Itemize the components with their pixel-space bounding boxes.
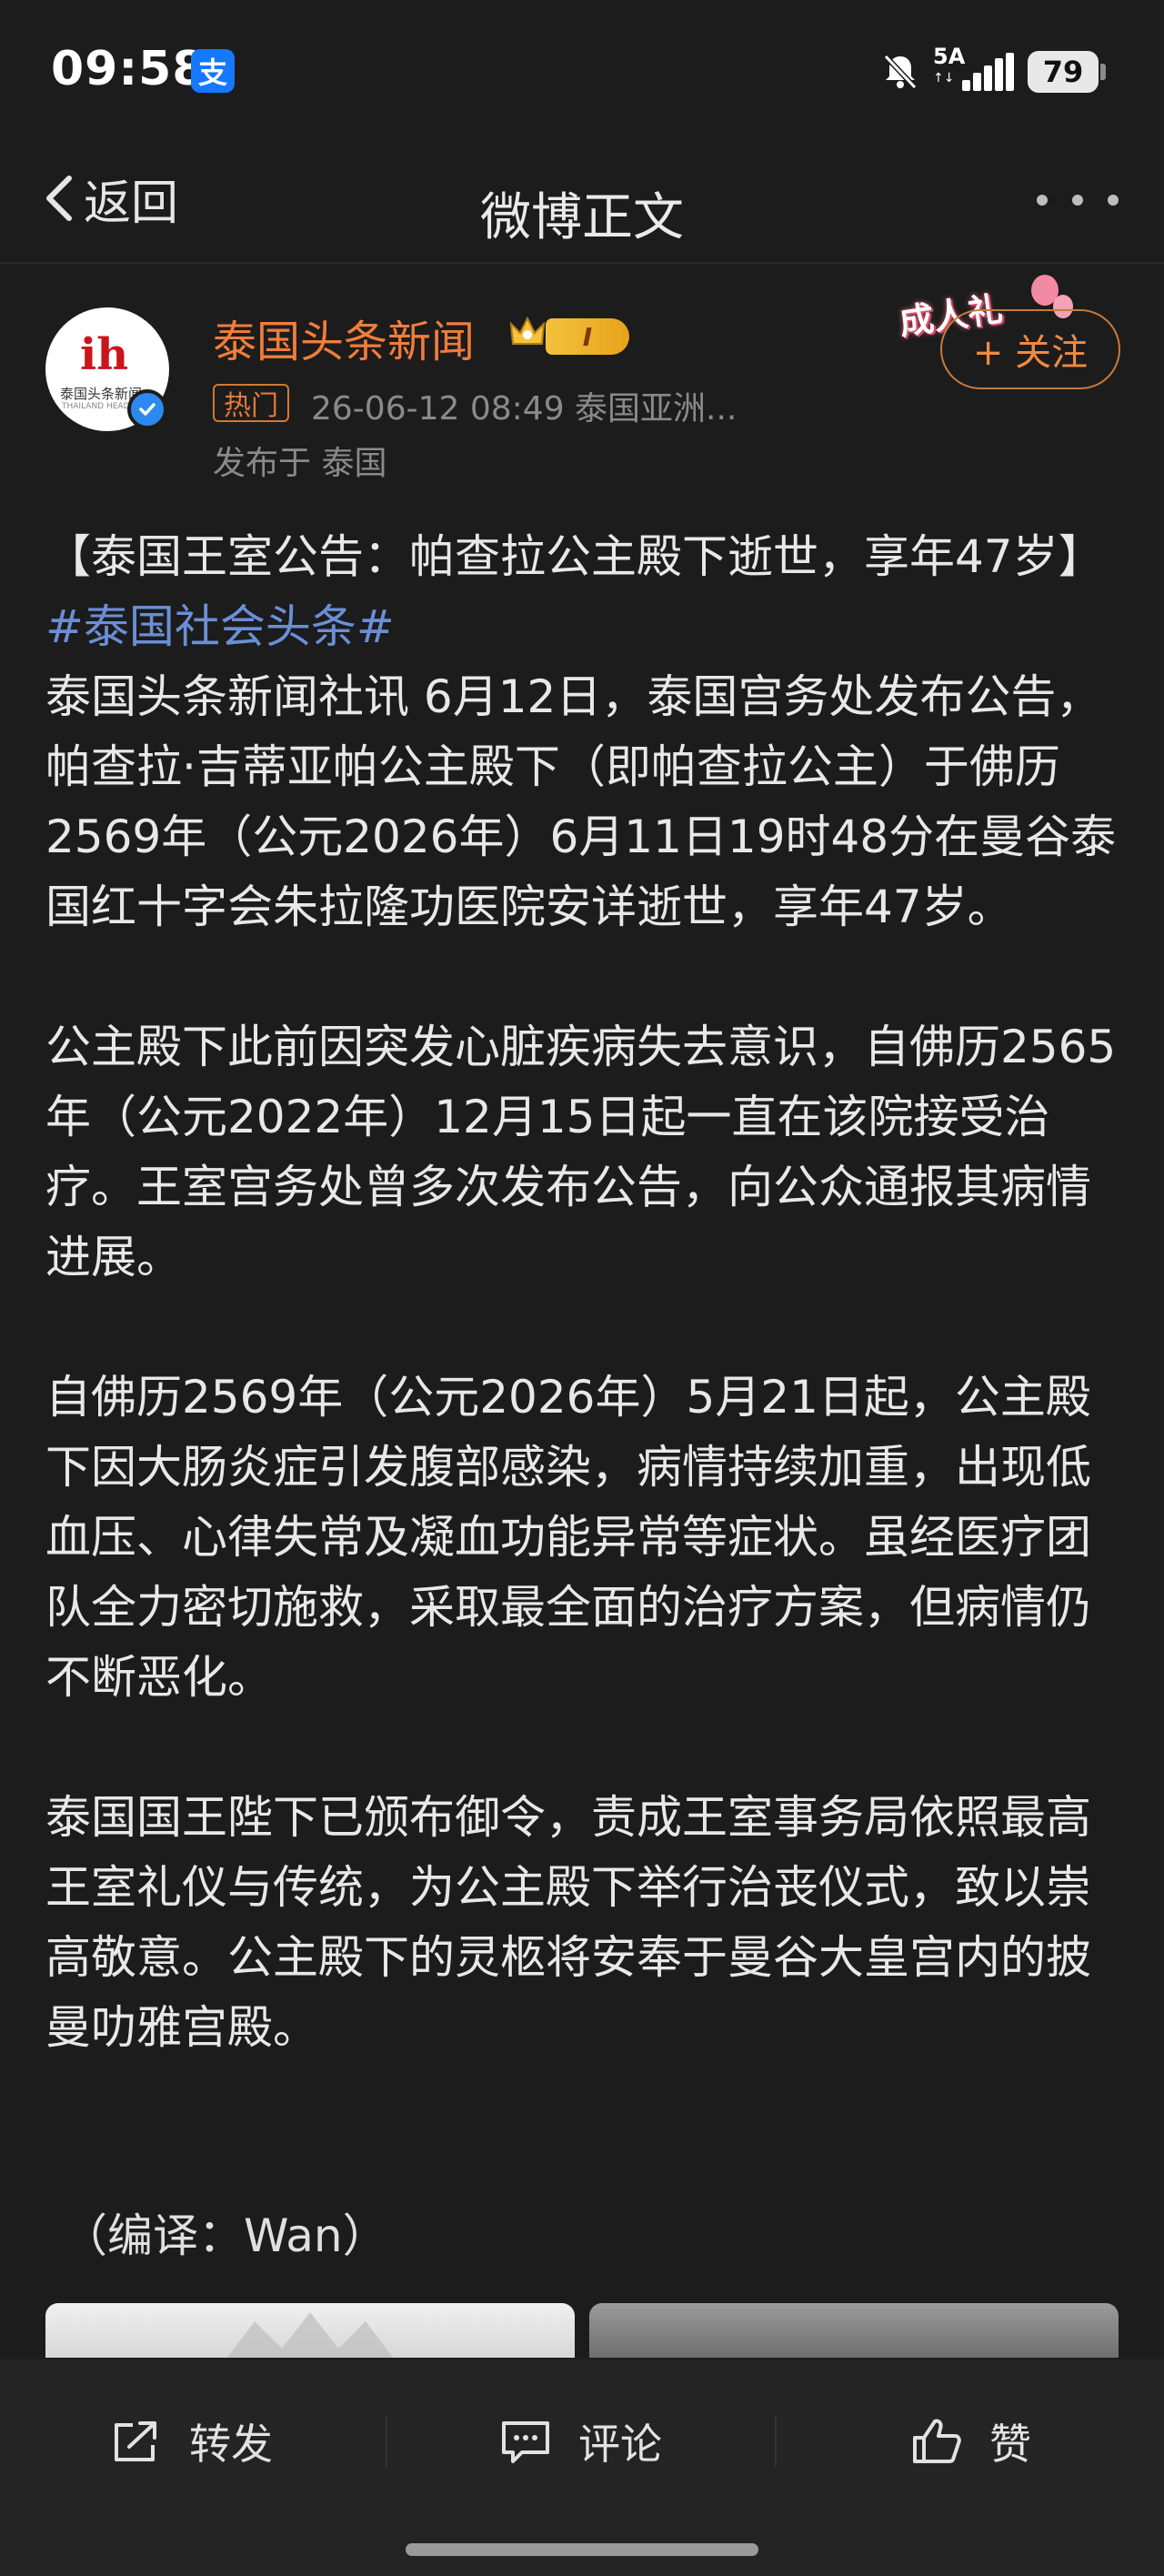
comment-button[interactable]: 评论 [498,2405,662,2478]
thumbs-up-icon [913,2419,961,2463]
verified-icon [127,389,167,429]
share-icon [115,2421,156,2461]
status-time: 09:58 [51,42,206,96]
post-paragraph-3: 自佛历2569年（公元2026年）5月21日起，公主殿下因大肠炎症引发腹部感染，… [45,1371,1091,1704]
share-label: 转发 [189,2420,273,2469]
post-image-2[interactable] [589,2303,1119,2358]
signal-icon: 5A ↑↓ [933,44,1015,95]
post-meta: 26-06-12 08:49 泰国亚洲... [311,390,738,428]
author-header: ih 泰国头条新闻 THAILAND HEADLINES 泰国头条新闻 I 热门… [0,264,1164,500]
mute-icon [883,54,918,90]
post-paragraph-1: 【泰国王室公告：帕查拉公主殿下逝世，享年47岁】#泰国社会头条# 泰国头条新闻社讯… [45,530,1117,933]
post-image-1[interactable] [45,2303,575,2358]
publish-location: 发布于 泰国 [213,445,387,482]
more-icon[interactable] [1037,182,1119,218]
compile-credit: （编译：Wan） [62,2209,388,2262]
weibo-post-page: 09:58 支 5A ↑↓ 79 返回 微博正文 ih 泰国头条新闻 THAIL… [0,0,1164,2576]
post-body: 【泰国王室公告：帕查拉公主殿下逝世，享年47岁】#泰国社会头条# 泰国头条新闻社讯… [45,522,1119,2063]
hot-badge: 热门 [213,384,289,422]
comment-label: 评论 [578,2420,662,2469]
level-badge: I [546,318,629,355]
avatar-logo: ih [80,329,129,380]
network-label: 5A [933,44,966,69]
like-label: 赞 [989,2420,1031,2469]
crown-icon [509,316,546,345]
author-name[interactable]: 泰国头条新闻 [213,306,475,369]
share-button[interactable]: 转发 [109,2405,273,2478]
alipay-icon: 支 [191,49,235,93]
battery-icon: 79 [1028,51,1099,93]
status-bar: 09:58 支 5A ↑↓ 79 [0,0,1164,146]
like-button[interactable]: 赞 [909,2405,1031,2478]
page-title: 微博正文 [480,188,684,247]
home-indicator[interactable] [406,2543,758,2556]
comment-icon [502,2421,549,2463]
post-paragraph-4: 泰国国王陛下已颁布御令，责成王室事务局依照最高王室礼仪与传统，为公主殿下举行治丧… [45,1791,1091,2054]
hashtag-link[interactable]: #泰国社会头条# [45,600,395,653]
post-paragraph-2: 公主殿下此前因突发心脏疾病失去意识，自佛历2565年（公元2022年）12月15… [45,1021,1117,1283]
nav-bar: 返回 微博正文 [0,146,1164,264]
follow-button[interactable]: + 关注 [940,309,1120,389]
